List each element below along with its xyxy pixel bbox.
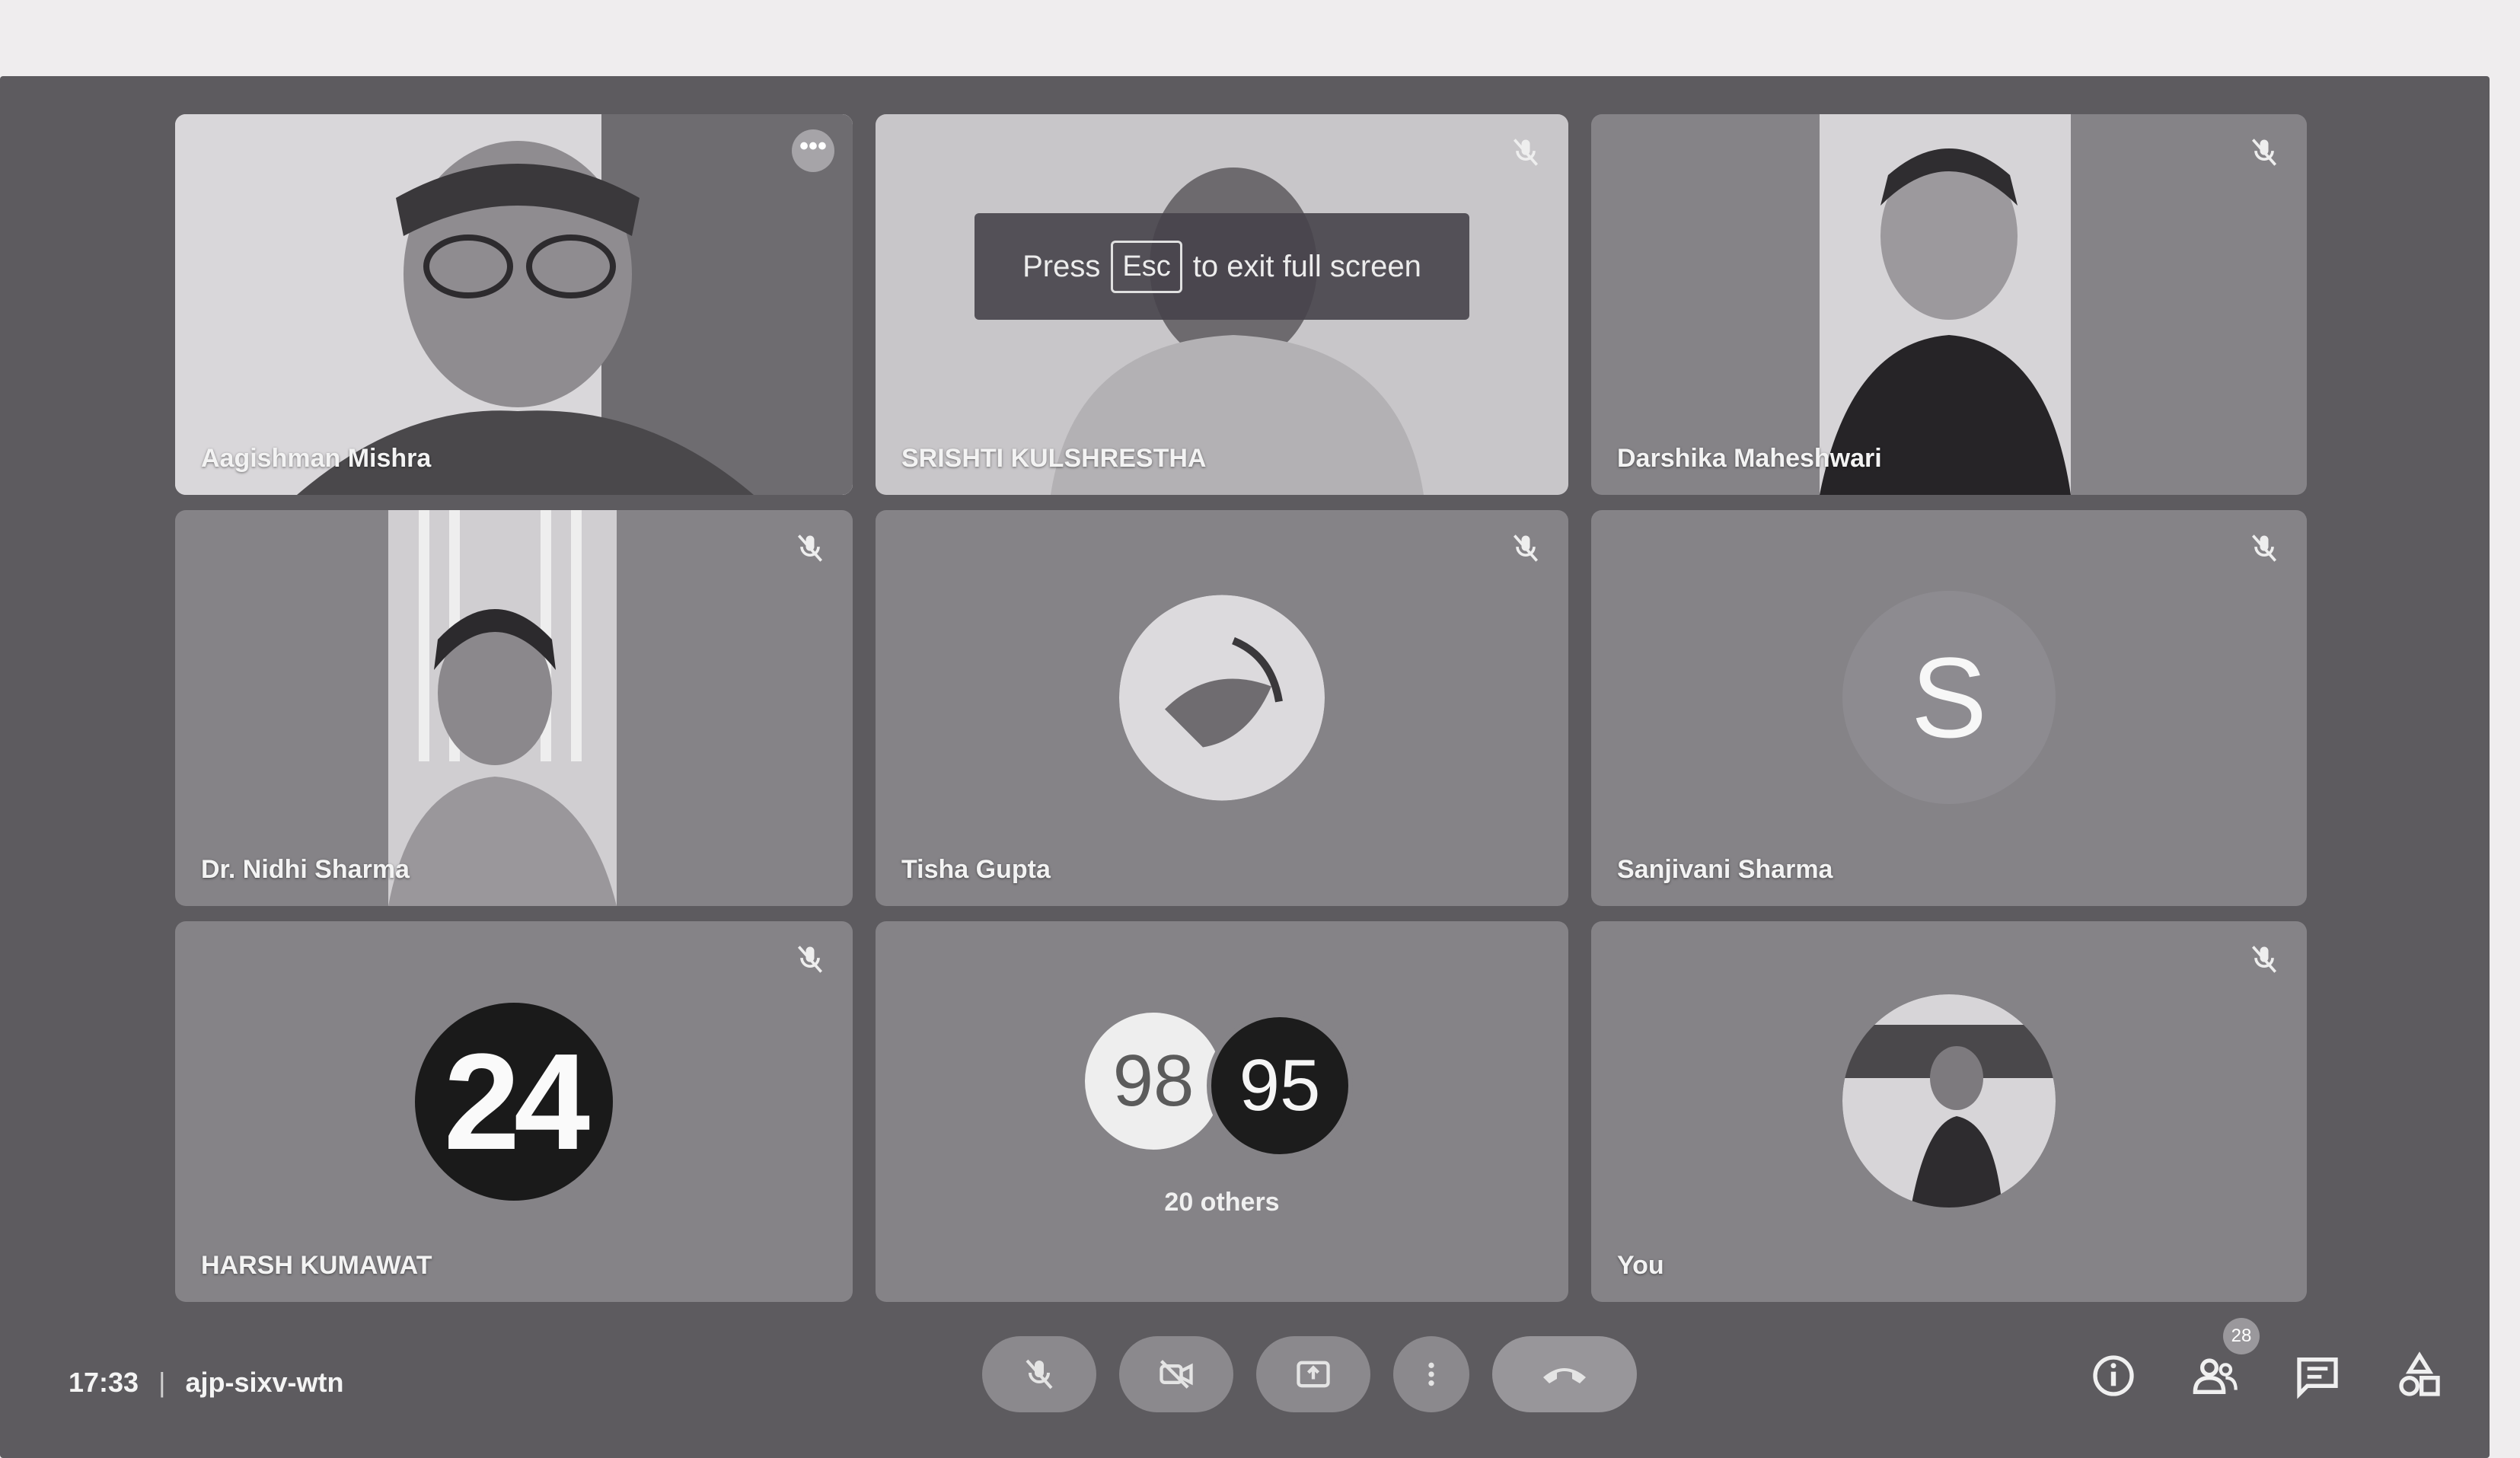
participant-tile[interactable]: 24 HARSH KUMAWAT — [175, 921, 853, 1302]
call-controls — [982, 1336, 1637, 1412]
divider: | — [158, 1367, 166, 1398]
chat-button[interactable] — [2293, 1351, 2342, 1400]
leave-call-button[interactable] — [1492, 1336, 1637, 1412]
phone-hangup-icon — [1543, 1368, 1586, 1383]
people-icon — [2193, 1358, 2238, 1394]
participant-name: You — [1617, 1251, 1664, 1280]
others-tile[interactable]: 98 95 20 others — [876, 921, 1568, 1302]
mic-off-icon — [797, 534, 823, 562]
participant-avatar: 24 — [415, 1003, 613, 1201]
camera-toggle-button[interactable] — [1119, 1336, 1233, 1412]
meeting-toolbar: 17:33 | ajp-sixv-wtn 28 — [0, 1298, 2490, 1458]
participant-avatar — [1119, 595, 1325, 801]
meeting-code: ajp-sixv-wtn — [185, 1367, 344, 1398]
participant-tile[interactable]: Darshika Maheshwari — [1591, 114, 2307, 495]
participant-tile[interactable]: Dr. Nidhi Sharma — [175, 510, 853, 906]
camera-off-icon — [1160, 1360, 1193, 1389]
participant-tile[interactable]: ••• Aagishman Mishra — [175, 114, 853, 495]
participant-video — [175, 114, 853, 495]
banner-rest-text: to exit full screen — [1192, 249, 1421, 283]
participant-name: Aagishman Mishra — [201, 444, 432, 473]
mic-off-icon — [2251, 534, 2277, 562]
side-panel-buttons: 28 — [2089, 1318, 2444, 1400]
meeting-time: 17:33 — [69, 1367, 139, 1398]
fullscreen-exit-banner: Press Esc to exit full screen — [975, 213, 1469, 320]
participant-name: Sanjivani Sharma — [1617, 855, 1833, 884]
banner-press-text: Press — [1022, 249, 1101, 283]
others-avatars: 98 95 — [1085, 1013, 1359, 1159]
mic-off-icon — [1026, 1359, 1053, 1389]
mic-off-icon — [1513, 534, 1539, 562]
mic-off-icon — [2251, 946, 2277, 973]
participant-tile[interactable]: Tisha Gupta — [876, 510, 1568, 906]
meeting-info: 17:33 | ajp-sixv-wtn — [69, 1367, 343, 1399]
participant-video — [388, 510, 617, 906]
meeting-window: Press Esc to exit full screen ••• Aagish… — [0, 76, 2490, 1458]
more-options-icon[interactable]: ••• — [792, 129, 834, 172]
activities-icon — [2399, 1351, 2440, 1396]
more-vert-icon — [1428, 1362, 1434, 1386]
activities-button[interactable] — [2395, 1351, 2444, 1400]
participant-count-badge: 28 — [2223, 1318, 2260, 1354]
mic-off-icon — [2251, 139, 2277, 166]
self-avatar — [1842, 994, 2056, 1208]
mic-off-icon — [797, 946, 823, 973]
esc-key-label: Esc — [1111, 240, 1182, 293]
others-avatar: 98 — [1085, 1013, 1222, 1150]
mic-off-icon — [1513, 139, 1539, 166]
others-count-label: 20 others — [1164, 1188, 1280, 1217]
others-avatar: 95 — [1207, 1013, 1353, 1159]
mic-toggle-button[interactable] — [982, 1336, 1096, 1412]
participant-name: Dr. Nidhi Sharma — [201, 855, 410, 884]
participant-tile[interactable]: S Sanjivani Sharma — [1591, 510, 2307, 906]
present-screen-button[interactable] — [1256, 1336, 1370, 1412]
chat-icon — [2297, 1358, 2338, 1399]
participant-name: HARSH KUMAWAT — [201, 1251, 432, 1280]
meeting-details-button[interactable] — [2089, 1351, 2138, 1400]
participant-avatar: S — [1842, 591, 2056, 804]
participant-name: Darshika Maheshwari — [1617, 444, 1882, 473]
participant-name: SRISHTI KULSHRESTHA — [901, 444, 1207, 473]
self-tile[interactable]: You — [1591, 921, 2307, 1302]
participant-name: Tisha Gupta — [901, 855, 1051, 884]
present-screen-icon — [1297, 1361, 1330, 1388]
info-icon — [2093, 1355, 2134, 1396]
participant-video — [1820, 114, 2071, 495]
people-button[interactable]: 28 — [2191, 1318, 2260, 1400]
more-options-button[interactable] — [1393, 1336, 1469, 1412]
